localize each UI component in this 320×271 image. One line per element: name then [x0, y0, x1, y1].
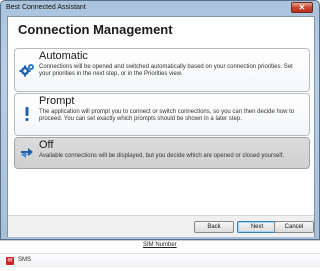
sms-icon: ✉	[6, 257, 14, 265]
next-button[interactable]: Next	[237, 221, 277, 233]
title-bar[interactable]: Best Connected Assistant ✕	[1, 1, 319, 15]
sim-number-link[interactable]: SIM Number	[143, 242, 177, 248]
back-button[interactable]: Back	[194, 221, 234, 233]
option-automatic[interactable]: Automatic Connections will be opened and…	[14, 48, 310, 92]
background-app-area: SIM Number ✉ SMS	[0, 240, 320, 271]
dialog-content: Connection Management Automatic Connecti…	[7, 16, 315, 237]
window-title: Best Connected Assistant	[6, 4, 86, 11]
option-off-description: Available connections will be displayed,…	[39, 153, 285, 159]
gears-icon	[19, 62, 35, 78]
arrows-off-icon	[19, 145, 35, 161]
option-automatic-title: Automatic	[39, 50, 88, 62]
close-button[interactable]: ✕	[291, 2, 313, 13]
exclamation-icon	[19, 106, 35, 122]
option-prompt-title: Prompt	[39, 95, 75, 107]
sms-label: SMS	[18, 257, 32, 263]
close-icon: ✕	[298, 3, 306, 12]
page-title: Connection Management	[18, 22, 173, 37]
dialog-footer: Back Next Cancel	[8, 215, 314, 237]
option-automatic-description: Connections will be opened and switched …	[39, 64, 293, 77]
best-connected-assistant-window: Best Connected Assistant ✕ Connection Ma…	[0, 0, 320, 240]
cancel-button[interactable]: Cancel	[274, 221, 314, 233]
option-off[interactable]: Off Available connections will be displa…	[14, 137, 310, 169]
option-off-title: Off	[39, 139, 54, 151]
option-prompt[interactable]: Prompt The application will prompt you t…	[14, 93, 310, 136]
sms-list-item[interactable]: ✉ SMS	[0, 253, 320, 267]
option-prompt-description: The application will prompt you to conne…	[39, 109, 295, 122]
